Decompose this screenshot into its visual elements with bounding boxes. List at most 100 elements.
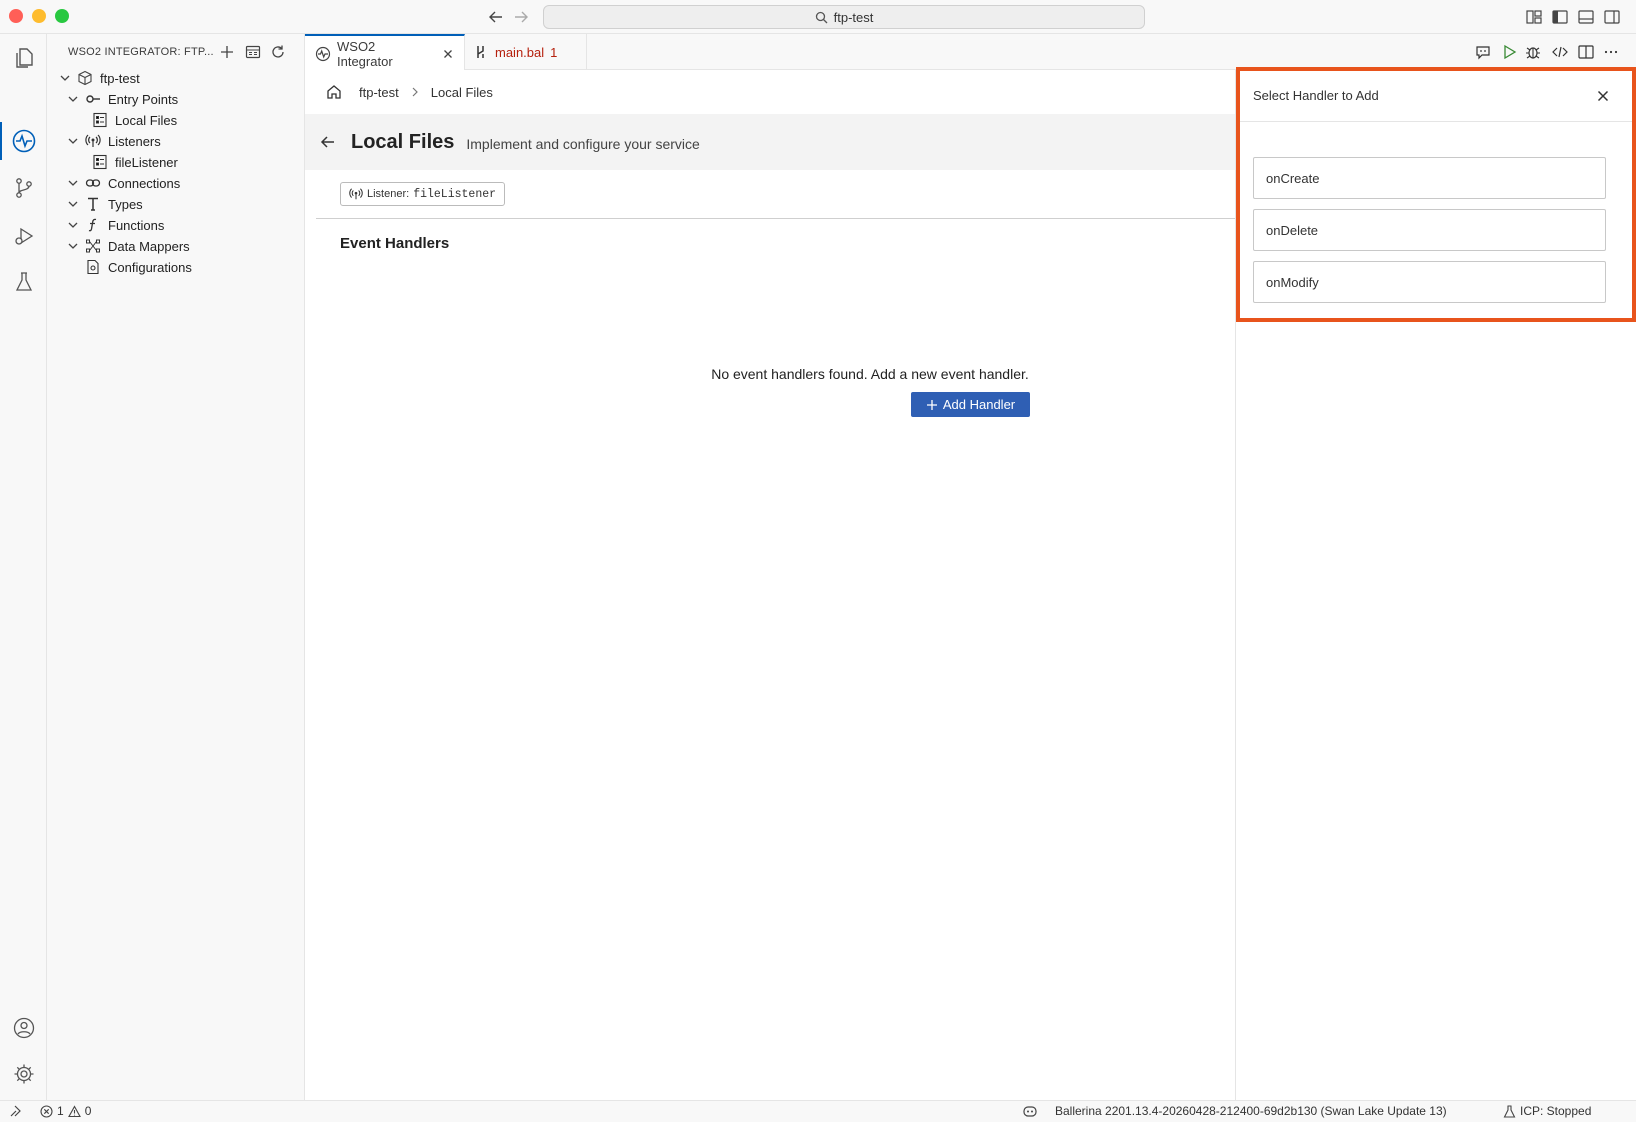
listener-icon — [92, 154, 108, 170]
plus-icon — [926, 399, 938, 411]
close-window-button[interactable] — [9, 9, 23, 23]
settings-gear-icon[interactable] — [8, 1058, 40, 1090]
page-title: Local Files — [351, 130, 455, 153]
section-title: Event Handlers — [340, 235, 450, 252]
warning-icon — [67, 1104, 81, 1118]
tree-item-data-mappers[interactable]: Data Mappers — [65, 235, 190, 257]
remote-icon[interactable] — [9, 1104, 23, 1118]
data-mapper-icon — [85, 238, 101, 254]
split-editor-icon[interactable] — [1577, 43, 1595, 61]
toggle-panel-icon[interactable] — [1577, 8, 1595, 26]
tree-label: Listeners — [108, 133, 161, 149]
more-actions-icon[interactable] — [1602, 43, 1620, 61]
tree-item-connections[interactable]: Connections — [65, 172, 180, 194]
tab-label: main.bal — [495, 44, 545, 60]
tree-root-ftp-test[interactable]: ftp-test — [57, 67, 140, 89]
sidebar-title: WSO2 INTEGRATOR: FTP... — [68, 46, 214, 58]
type-icon — [85, 196, 101, 212]
customize-layout-icon[interactable] — [1525, 8, 1543, 26]
breadcrumb: ftp-test Local Files — [305, 70, 1235, 114]
activity-bar — [0, 34, 47, 1100]
search-icon — [815, 11, 828, 24]
tree-item-functions[interactable]: Functions — [65, 214, 164, 236]
home-icon[interactable] — [325, 83, 343, 101]
back-arrow-icon[interactable] — [487, 8, 505, 26]
debug-icon[interactable] — [1524, 43, 1542, 61]
tree-item-types[interactable]: Types — [65, 193, 143, 215]
tree-item-configurations[interactable]: Configurations — [85, 256, 192, 278]
chevron-right-icon — [409, 86, 421, 98]
forward-arrow-icon[interactable] — [512, 8, 530, 26]
title-bar: ftp-test — [0, 0, 1636, 34]
run-icon[interactable] — [1500, 43, 1518, 61]
tree-label: Data Mappers — [108, 238, 190, 254]
breadcrumb-item-project[interactable]: ftp-test — [359, 85, 399, 100]
wso2-integrator-icon[interactable] — [8, 125, 40, 157]
tree-item-listeners[interactable]: Listeners — [65, 130, 161, 152]
divider — [316, 218, 1235, 219]
page-subtitle: Implement and configure your service — [466, 136, 700, 152]
add-handler-label: Add Handler — [942, 397, 1016, 412]
listener-name: fileListener — [413, 187, 497, 201]
config-file-icon — [85, 259, 101, 275]
tab-wso2-integrator[interactable]: WSO2 Integrator — [305, 34, 465, 71]
tree-item-local-files[interactable]: Local Files — [92, 109, 177, 131]
refresh-icon[interactable] — [269, 43, 287, 61]
tree-item-entry-points[interactable]: Entry Points — [65, 88, 178, 110]
icp-status[interactable]: ICP: Stopped — [1503, 1104, 1591, 1118]
broadcast-icon — [85, 133, 101, 149]
show-source-icon[interactable] — [1551, 43, 1569, 61]
testing-icon[interactable] — [8, 266, 40, 298]
flask-icon — [1503, 1104, 1516, 1118]
active-indicator — [0, 122, 2, 160]
error-icon — [40, 1104, 53, 1118]
source-control-icon[interactable] — [8, 172, 40, 204]
ballerina-version[interactable]: Ballerina 2201.13.4-20260428-212400-69d2… — [1055, 1104, 1447, 1118]
listener-chip[interactable]: Listener: fileListener — [340, 182, 506, 206]
tree-label: Local Files — [115, 112, 178, 128]
toggle-secondary-sidebar-icon[interactable] — [1603, 8, 1621, 26]
status-bar: 1 0 Ballerina 2201.13.4-20260428-212400-… — [0, 1100, 1636, 1122]
explorer-icon[interactable] — [8, 42, 40, 74]
ballerina-file-icon — [475, 45, 487, 59]
tree-label: Configurations — [108, 259, 192, 275]
tree-label: Connections — [108, 175, 181, 191]
tree-item-file-listener[interactable]: fileListener — [92, 151, 178, 173]
tab-label: WSO2 Integrator — [337, 38, 393, 69]
service-header: Local Files Implement and configure your… — [305, 114, 1235, 170]
editor-tabs: WSO2 Integrator main.bal 1 — [305, 34, 1636, 71]
problem-count: 1 — [550, 44, 558, 60]
package-icon — [77, 70, 93, 86]
function-icon — [85, 217, 101, 233]
minimize-window-button[interactable] — [32, 9, 46, 23]
accounts-icon[interactable] — [8, 1012, 40, 1044]
add-icon[interactable] — [218, 43, 236, 61]
tab-main-bal[interactable]: main.bal 1 — [465, 34, 587, 70]
sidebar: WSO2 INTEGRATOR: FTP... ftp-test Entry P… — [47, 34, 305, 1100]
chevron-down-icon — [65, 196, 81, 212]
breadcrumb-item-service[interactable]: Local Files — [431, 85, 493, 100]
tree-label: Entry Points — [108, 91, 179, 107]
wso2-integrator-icon — [315, 46, 331, 62]
tree-label: Functions — [108, 217, 165, 233]
problems-indicator[interactable]: 1 0 — [40, 1104, 91, 1118]
command-center-search[interactable]: ftp-test — [543, 5, 1145, 29]
listener-label: Listener: — [367, 188, 410, 200]
maximize-window-button[interactable] — [55, 9, 69, 23]
tree-label: ftp-test — [100, 70, 140, 86]
overview-icon[interactable] — [244, 43, 262, 61]
copilot-chat-icon[interactable] — [1474, 43, 1492, 61]
warning-count: 0 — [84, 1104, 92, 1118]
sidebar-header: WSO2 INTEGRATOR: FTP... — [47, 34, 305, 70]
back-arrow-icon[interactable] — [319, 133, 337, 151]
close-icon[interactable] — [442, 48, 454, 60]
chevron-down-icon — [65, 238, 81, 254]
add-handler-button[interactable]: Add Handler — [911, 392, 1030, 417]
broadcast-icon — [349, 187, 363, 201]
chevron-down-icon — [65, 133, 81, 149]
copilot-icon[interactable] — [1022, 1104, 1038, 1118]
run-debug-icon[interactable] — [8, 220, 40, 252]
toggle-primary-sidebar-icon[interactable] — [1551, 8, 1569, 26]
search-text: ftp-test — [833, 9, 874, 25]
ballerina-version-text: Ballerina 2201.13.4-20260428-212400-69d2… — [1055, 1104, 1447, 1118]
